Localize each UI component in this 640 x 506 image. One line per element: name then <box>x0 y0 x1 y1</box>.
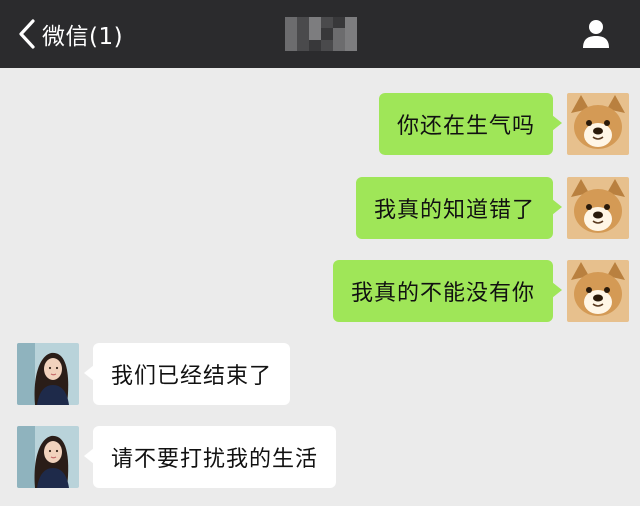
message-bubble-outgoing[interactable]: 我真的不能没有你 <box>332 260 563 322</box>
message-bubble-outgoing[interactable]: 你还在生气吗 <box>378 93 563 155</box>
message-row-outgoing: 我真的知道错了 <box>355 177 629 239</box>
contact-avatar[interactable] <box>17 426 79 488</box>
message-row-incoming: 请不要打扰我的生活 <box>17 426 337 488</box>
contact-avatar[interactable] <box>17 343 79 405</box>
chat-info-button[interactable] <box>578 16 614 52</box>
message-row-outgoing: 我真的不能没有你 <box>332 260 629 322</box>
message-bubble-incoming[interactable]: 请不要打扰我的生活 <box>83 426 337 488</box>
message-bubble-incoming[interactable]: 我们已经结束了 <box>83 343 291 405</box>
my-avatar[interactable] <box>567 177 629 239</box>
person-icon <box>578 20 614 56</box>
message-bubble-outgoing[interactable]: 我真的知道错了 <box>355 177 563 239</box>
my-avatar[interactable] <box>567 260 629 322</box>
message-row-incoming: 我们已经结束了 <box>17 343 291 405</box>
my-avatar[interactable] <box>567 93 629 155</box>
message-row-outgoing: 你还在生气吗 <box>378 93 629 155</box>
back-button[interactable]: 微信(1) <box>18 14 123 54</box>
chevron-left-icon <box>18 19 36 49</box>
chat-header: 微信(1) <box>0 0 640 68</box>
contact-name-obscured <box>285 17 357 51</box>
back-label: 微信(1) <box>42 24 124 50</box>
